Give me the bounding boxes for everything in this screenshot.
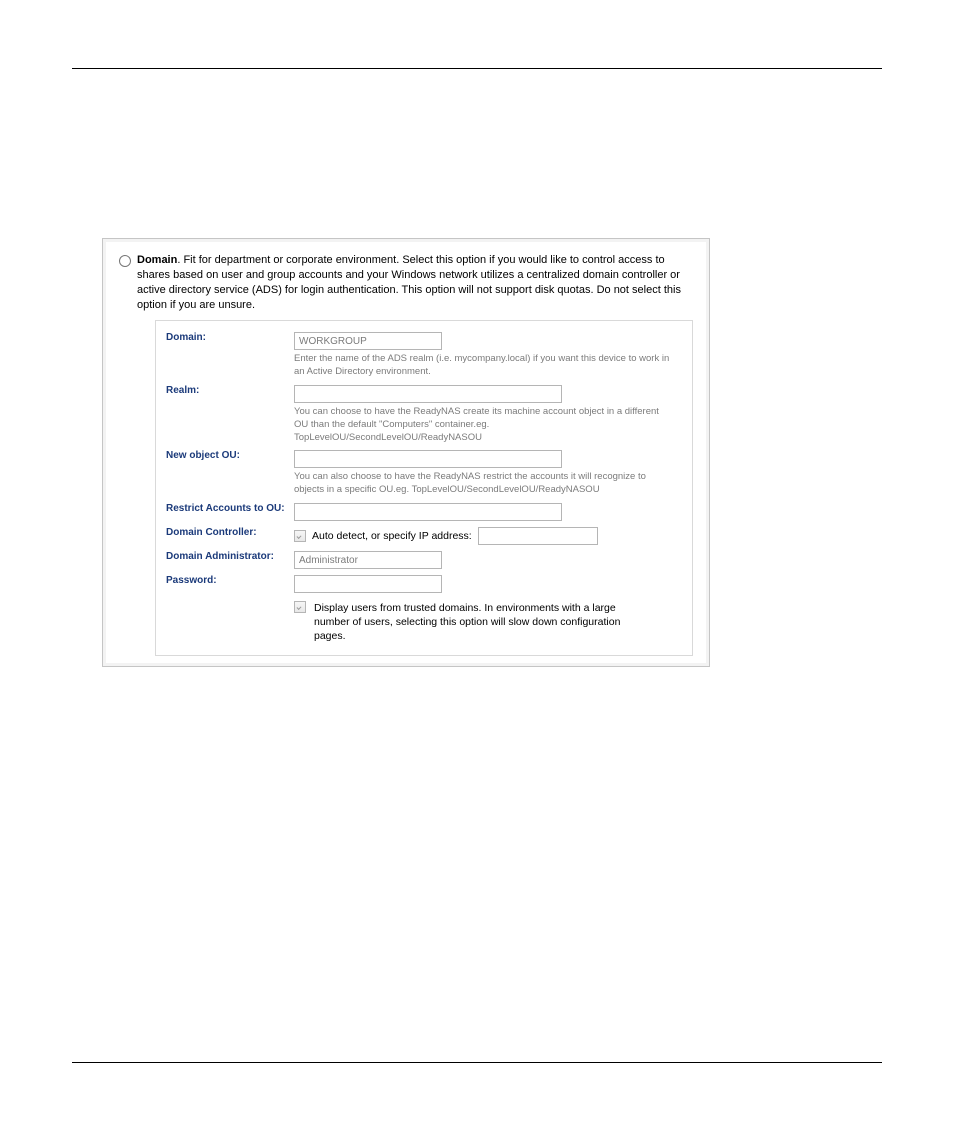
domain-title: Domain [137, 254, 177, 266]
realm-hint: You can choose to have the ReadyNAS crea… [294, 406, 674, 444]
password-input[interactable] [294, 575, 442, 593]
password-label: Password: [166, 572, 294, 596]
auto-detect-label: Auto detect, or specify IP address: [312, 530, 472, 542]
domain-mode-radio[interactable] [119, 255, 131, 267]
domain-hint: Enter the name of the ADS realm (i.e. my… [294, 353, 674, 379]
domain-admin-input[interactable] [294, 551, 442, 569]
domain-security-panel: Domain. Fit for department or corporate … [102, 238, 710, 667]
new-object-ou-hint: You can also choose to have the ReadyNAS… [294, 471, 674, 497]
realm-input[interactable] [294, 385, 562, 403]
trusted-domains-text: Display users from trusted domains. In e… [314, 601, 654, 644]
domain-controller-label: Domain Controller: [166, 524, 294, 548]
domain-form: Domain: Enter the name of the ADS realm … [155, 320, 693, 655]
restrict-ou-input[interactable] [294, 503, 562, 521]
bottom-rule [72, 1062, 882, 1063]
realm-label: Realm: [166, 382, 294, 447]
domain-input[interactable] [294, 332, 442, 350]
domain-admin-label: Domain Administrator: [166, 548, 294, 572]
trusted-domains-checkbox[interactable] [294, 601, 306, 613]
new-object-ou-input[interactable] [294, 450, 562, 468]
auto-detect-checkbox[interactable] [294, 530, 306, 542]
domain-label: Domain: [166, 329, 294, 382]
domain-desc-text: . Fit for department or corporate enviro… [137, 254, 681, 311]
domain-controller-ip-input[interactable] [478, 527, 598, 545]
restrict-ou-label: Restrict Accounts to OU: [166, 500, 294, 524]
new-object-ou-label: New object OU: [166, 447, 294, 500]
top-rule [72, 68, 882, 69]
domain-description: Domain. Fit for department or corporate … [137, 253, 693, 312]
